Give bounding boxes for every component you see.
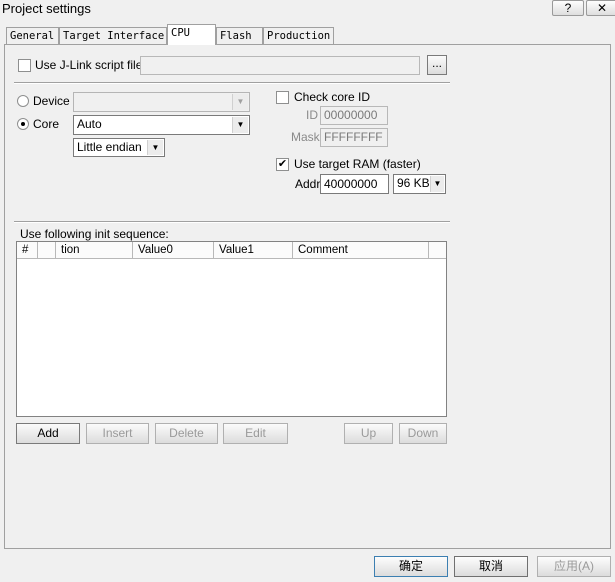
tab-general[interactable]: General: [6, 27, 59, 44]
core-id-input[interactable]: 00000000: [320, 106, 388, 125]
jlink-script-checkbox[interactable]: [18, 59, 31, 72]
column-header-value0[interactable]: Value0: [133, 242, 214, 259]
column-header-value1[interactable]: Value1: [214, 242, 293, 259]
chevron-down-icon: ▼: [232, 117, 248, 133]
check-core-id-checkbox[interactable]: [276, 91, 289, 104]
column-header-blank[interactable]: [38, 242, 56, 259]
chevron-down-icon: ▼: [430, 176, 444, 192]
add-button[interactable]: Add: [16, 423, 80, 444]
core-value: Auto: [77, 117, 102, 131]
init-sequence-label: Use following init sequence:: [20, 227, 169, 241]
endian-value: Little endian: [77, 140, 142, 154]
init-sequence-table[interactable]: # tion Value0 Value1 Comment: [16, 241, 447, 417]
endian-select[interactable]: Little endian ▼: [73, 138, 165, 157]
check-core-id-label: Check core ID: [294, 90, 371, 104]
device-label: Device: [33, 94, 70, 108]
use-target-ram-label: Use target RAM (faster): [294, 157, 421, 171]
help-button[interactable]: ?: [552, 0, 584, 16]
column-header-action[interactable]: tion: [56, 242, 133, 259]
id-label: ID: [306, 108, 318, 122]
tab-flash[interactable]: Flash: [216, 27, 263, 44]
jlink-script-input[interactable]: [140, 56, 420, 75]
separator: [14, 82, 450, 84]
chevron-down-icon: ▼: [232, 94, 248, 110]
ram-size-value: 96 KB: [397, 176, 430, 190]
delete-button[interactable]: Delete: [155, 423, 218, 444]
use-target-ram-checkbox[interactable]: ✔: [276, 158, 289, 171]
insert-button[interactable]: Insert: [86, 423, 149, 444]
separator: [14, 221, 450, 223]
tab-target-interface[interactable]: Target Interface: [59, 27, 167, 44]
close-button[interactable]: ✕: [586, 0, 615, 16]
column-header-filler: [429, 242, 446, 259]
column-header-comment[interactable]: Comment: [293, 242, 429, 259]
radio-dot-icon: [21, 122, 25, 126]
device-radio[interactable]: [17, 95, 29, 107]
window-title: Project settings: [2, 1, 91, 16]
up-button[interactable]: Up: [344, 423, 393, 444]
ram-addr-input[interactable]: 40000000: [320, 174, 389, 194]
checkmark-icon: ✔: [277, 158, 288, 170]
jlink-script-label: Use J-Link script file: [35, 58, 143, 72]
ram-size-select[interactable]: 96 KB ▼: [393, 174, 446, 194]
chevron-down-icon: ▼: [147, 140, 163, 155]
mask-label: Mask: [291, 130, 320, 144]
title-bar: Project settings ? ✕: [0, 0, 615, 18]
cancel-button[interactable]: 取消: [454, 556, 528, 577]
ok-button[interactable]: 确定: [374, 556, 448, 577]
tab-production[interactable]: Production: [263, 27, 334, 44]
mask-input[interactable]: FFFFFFFF: [320, 128, 388, 147]
browse-button[interactable]: ...: [427, 55, 447, 75]
close-icon: ✕: [596, 1, 608, 15]
edit-button[interactable]: Edit: [223, 423, 288, 444]
addr-label: Addr: [295, 177, 321, 191]
down-button[interactable]: Down: [399, 423, 447, 444]
device-select[interactable]: ▼: [73, 92, 250, 112]
column-header-number[interactable]: #: [17, 242, 38, 259]
core-label: Core: [33, 117, 60, 131]
tab-cpu[interactable]: CPU: [167, 24, 216, 45]
core-radio[interactable]: [17, 118, 29, 130]
core-select[interactable]: Auto ▼: [73, 115, 250, 135]
apply-button[interactable]: 应用(A): [537, 556, 611, 577]
